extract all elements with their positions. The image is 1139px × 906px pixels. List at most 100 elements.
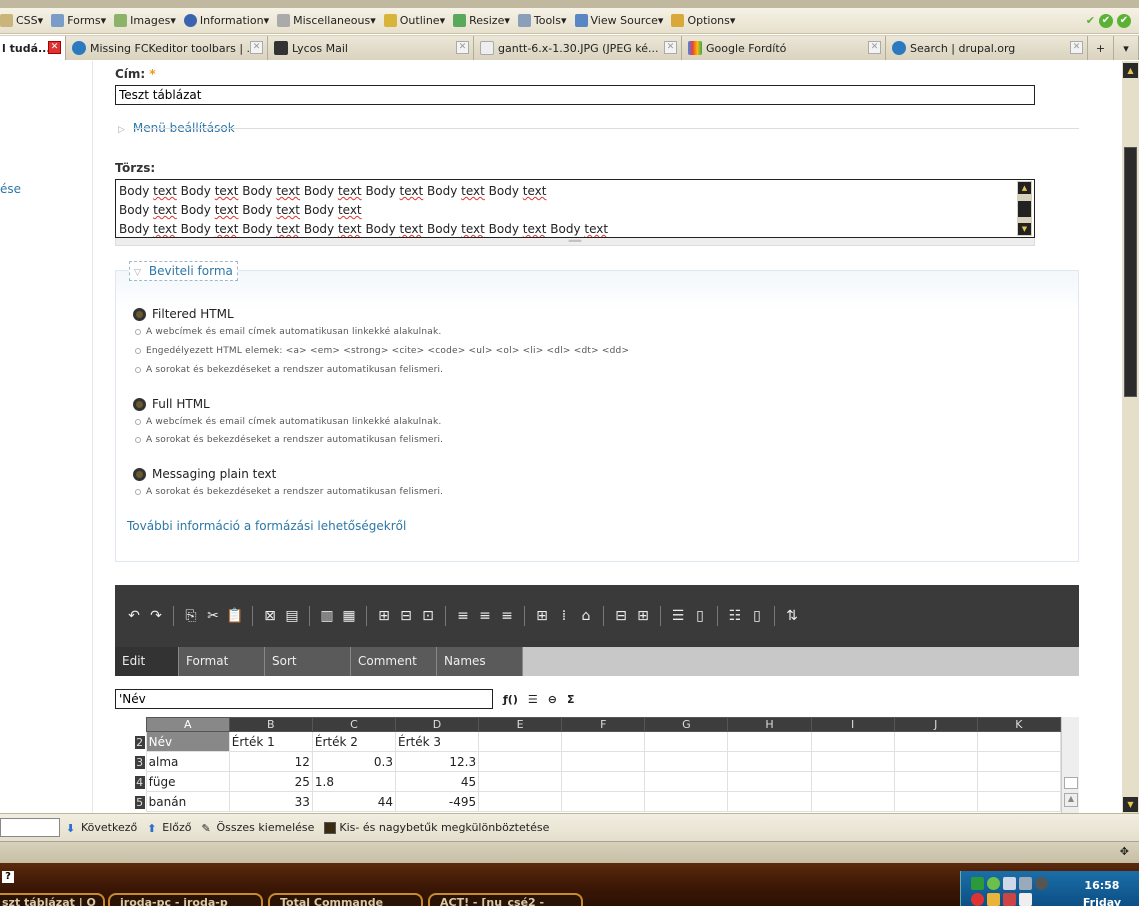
grid-cell[interactable] [644, 791, 729, 812]
fill-color-icon[interactable]: ⌂ [577, 607, 595, 625]
row-icon[interactable]: ▦ [340, 607, 358, 625]
toolbar-images[interactable]: Images ▾ [114, 14, 176, 27]
grid-cell[interactable] [478, 751, 563, 772]
scroll-down-icon[interactable]: ▼ [1123, 797, 1138, 812]
tab-google-translate[interactable]: Google Fordító ✕ [682, 36, 886, 60]
grid-cell[interactable]: Érték 2 [311, 731, 396, 752]
grid-cell[interactable]: füge [145, 771, 230, 792]
redo-icon[interactable]: ↷ [147, 607, 165, 625]
function-icon[interactable]: ƒ() [503, 693, 518, 706]
delete-row-icon[interactable]: ⊟ [397, 607, 415, 625]
grid-cell[interactable]: 1.8 [311, 771, 396, 792]
unmerge-icon[interactable]: ⊞ [634, 607, 652, 625]
grid-cell[interactable]: Név [145, 731, 230, 752]
column-header[interactable]: C [311, 717, 396, 732]
row-header[interactable]: 5 [115, 791, 147, 812]
hide-column-icon[interactable]: ▯ [748, 607, 766, 625]
clock[interactable]: 16:58 Friday [1083, 879, 1121, 906]
grid-cell[interactable] [976, 771, 1062, 792]
copy-icon[interactable]: ⎘ [182, 607, 200, 625]
format-option[interactable]: Full HTML [133, 397, 210, 411]
insert-row-icon[interactable]: ⊞ [375, 607, 393, 625]
fill-icon[interactable]: ▤ [283, 607, 301, 625]
spreadsheet-tab-format[interactable]: Format [179, 647, 265, 676]
tray-app-icon[interactable] [971, 877, 984, 890]
grid-cell[interactable] [561, 751, 646, 772]
close-icon[interactable]: ✕ [1070, 41, 1083, 54]
align-left-icon[interactable]: ≡ [454, 607, 472, 625]
close-icon[interactable]: ✕ [868, 41, 881, 54]
grid-cell[interactable] [810, 731, 895, 752]
valid-css-icon[interactable]: ✔ [1099, 13, 1113, 28]
grid-cell[interactable]: 0.3 [311, 751, 396, 772]
grid-cell[interactable]: Érték 3 [394, 731, 480, 752]
grid-cell[interactable] [976, 731, 1062, 752]
grid-cell[interactable] [478, 771, 563, 792]
textarea-resize-grip[interactable]: ═══ [115, 238, 1035, 246]
grid-cell[interactable] [810, 791, 895, 812]
toolbar-css[interactable]: CSS ▾ [0, 14, 43, 27]
tray-network-icon[interactable] [1003, 877, 1016, 890]
grid-cell[interactable] [727, 791, 812, 812]
toolbar-options[interactable]: Options ▾ [671, 14, 735, 27]
spreadsheet-tab-names[interactable]: Names [437, 647, 523, 676]
cell-value-input[interactable] [115, 689, 493, 709]
tray-chat-icon[interactable] [987, 877, 1000, 890]
grid-cell[interactable] [893, 751, 978, 772]
tray-update-icon[interactable] [987, 893, 1000, 906]
toolbar-view-source[interactable]: View Source ▾ [574, 14, 663, 27]
title-input[interactable] [115, 85, 1035, 105]
grid-cell[interactable] [561, 731, 646, 752]
grid-cell[interactable]: 33 [228, 791, 313, 812]
tab-list-button[interactable]: ▾ [1114, 36, 1139, 60]
grid-cell[interactable]: -495 [394, 791, 480, 812]
tab-drupal-search[interactable]: Search | drupal.org ✕ [886, 36, 1088, 60]
tray-security-icon[interactable] [971, 893, 984, 906]
row-header[interactable]: 2 [115, 731, 147, 752]
column-header[interactable]: D [394, 717, 480, 732]
borders-icon[interactable]: ⊞ [533, 607, 551, 625]
close-icon[interactable]: ✕ [664, 41, 677, 54]
grid-cell[interactable] [644, 731, 729, 752]
grid-cell[interactable]: alma [145, 751, 230, 772]
link-icon[interactable]: ⊖ [548, 693, 557, 706]
scroll-down-icon[interactable]: ▼ [1018, 223, 1031, 235]
body-scrollbar[interactable]: ▲ ▼ [1017, 181, 1032, 236]
grid-cell[interactable] [893, 771, 978, 792]
grid-cell[interactable] [727, 731, 812, 752]
tab-lycos[interactable]: Lycos Mail ✕ [268, 36, 474, 60]
spreadsheet-tab-comment[interactable]: Comment [351, 647, 437, 676]
tray-display-icon[interactable] [1019, 877, 1032, 890]
match-case-checkbox[interactable]: Kis- és nagybetűk megkülönböztetése [324, 821, 549, 834]
toolbar-information[interactable]: Information ▾ [183, 14, 269, 27]
freeze-row-icon[interactable]: ☰ [669, 607, 687, 625]
row-header[interactable]: 3 [115, 751, 147, 772]
scroll-up-icon[interactable]: ▲ [1018, 182, 1031, 194]
taskbar-item-browser[interactable]: szt táblázat | O [0, 893, 105, 906]
grid-cell[interactable] [561, 771, 646, 792]
sidebar-link[interactable]: ése [0, 182, 21, 196]
grid-cell[interactable] [644, 771, 729, 792]
format-option[interactable]: Messaging plain text [133, 467, 276, 481]
tab-gantt[interactable]: gantt-6.x-1.30.JPG (JPEG ké... ✕ [474, 36, 682, 60]
find-previous-button[interactable]: ⬆ Előző [147, 821, 191, 835]
close-icon[interactable]: ✕ [250, 41, 263, 54]
grid-cell[interactable]: 45 [394, 771, 480, 792]
radio-button[interactable] [133, 397, 146, 411]
help-icon[interactable]: ? [2, 871, 14, 883]
grid-cell[interactable] [810, 751, 895, 772]
tab-fckeditor[interactable]: Missing FCKeditor toolbars | ... ✕ [66, 36, 268, 60]
align-icon[interactable]: ☰ [528, 693, 538, 706]
tray-mail-icon[interactable] [1003, 893, 1016, 906]
spreadsheet-tab-sort[interactable]: Sort [265, 647, 351, 676]
grid-cell[interactable]: 12 [228, 751, 313, 772]
cut-icon[interactable]: ✂ [204, 607, 222, 625]
scroll-thumb[interactable] [1124, 147, 1137, 397]
input-format-toggle[interactable]: ▽ Beviteli forma [129, 261, 238, 281]
column-header[interactable]: J [893, 717, 978, 732]
grid-cell[interactable] [561, 791, 646, 812]
grid-cell[interactable]: banán [145, 791, 230, 812]
tab-current[interactable]: l tudá... ✕ [0, 36, 66, 60]
grid-cell[interactable]: Érték 1 [228, 731, 313, 752]
align-center-icon[interactable]: ≡ [476, 607, 494, 625]
